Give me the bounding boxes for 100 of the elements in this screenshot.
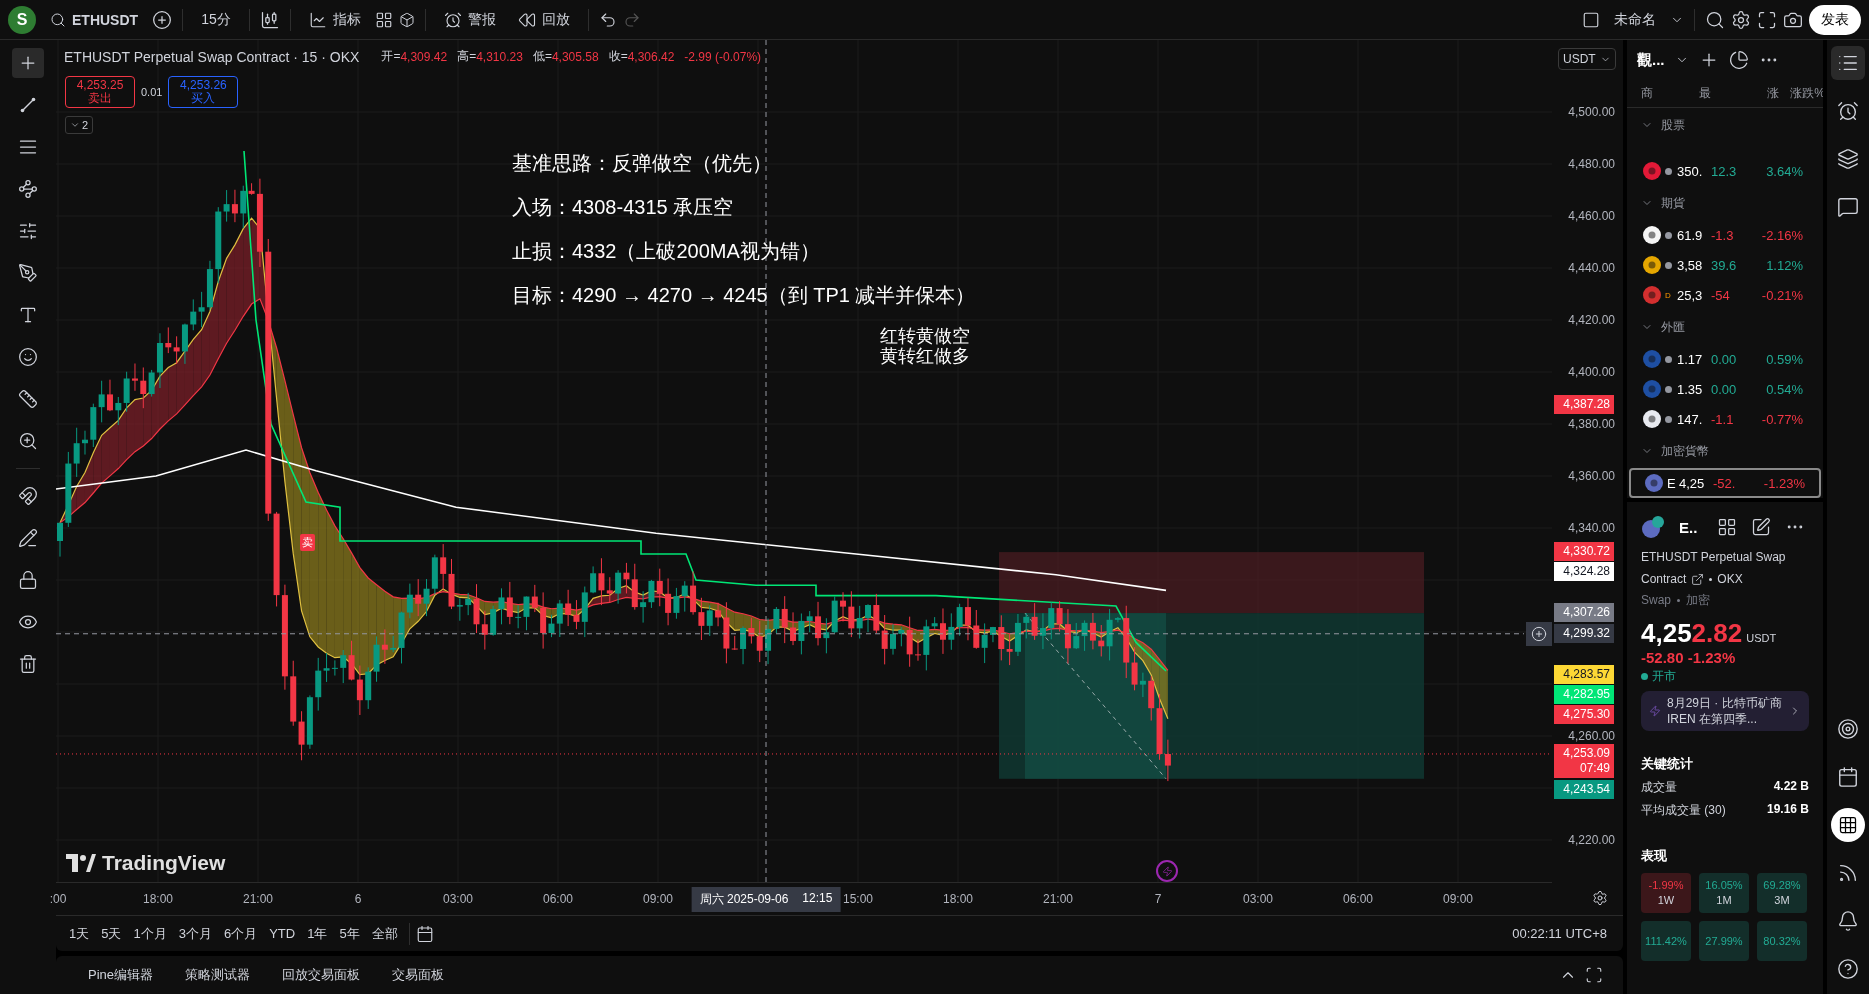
currency-dropdown[interactable]: USDT bbox=[1558, 48, 1616, 70]
range-button[interactable]: 1个月 bbox=[128, 920, 172, 947]
last-price: 1.17 bbox=[1677, 351, 1704, 367]
edit-icon[interactable] bbox=[1751, 517, 1772, 537]
performance-chip[interactable]: -1.99% 1W bbox=[1641, 873, 1691, 913]
price-badge: 4,253.09 07:49 bbox=[1554, 743, 1614, 778]
range-button[interactable]: 全部 bbox=[366, 920, 403, 947]
maximize-icon[interactable] bbox=[1585, 966, 1603, 984]
buy-button[interactable]: 4,253.26 买入 bbox=[168, 76, 239, 108]
performance-chip[interactable]: 27.99% bbox=[1699, 921, 1749, 961]
publish-button[interactable]: 发表 bbox=[1809, 4, 1861, 35]
alert-button[interactable]: 警报 bbox=[435, 6, 504, 33]
performance-chip[interactable]: 16.05% 1M bbox=[1699, 873, 1749, 913]
panel-tab[interactable]: Pine编辑器 bbox=[76, 962, 166, 988]
column-header[interactable]: 商 bbox=[1641, 85, 1699, 102]
range-button[interactable]: YTD bbox=[264, 922, 301, 945]
price-label: 4,440.00 bbox=[1568, 261, 1615, 275]
watchlist-row[interactable]: 3,58 39.6 1.12% bbox=[1629, 250, 1821, 280]
note-text: 目标：4290 → 4270 → 4245（到 TP1 减半并保本） bbox=[512, 283, 976, 308]
range-button[interactable]: 5天 bbox=[96, 920, 127, 947]
section-header[interactable]: 加密貨幣 bbox=[1627, 434, 1823, 468]
chart-title: ETHUSDT Perpetual Swap Contract · 15 · OKX bbox=[64, 48, 360, 65]
clock-text: 00:22:11 UTC+8 bbox=[1512, 926, 1607, 941]
time-label: 7 bbox=[1154, 892, 1162, 906]
layout-grid-icon[interactable] bbox=[374, 10, 393, 29]
performance-chip[interactable]: 111.42% bbox=[1641, 921, 1691, 961]
change-percent: 1.12% bbox=[1765, 257, 1803, 273]
section-header[interactable]: 期貨 bbox=[1627, 186, 1823, 220]
last-price: 4,25 bbox=[1679, 475, 1706, 491]
range-button[interactable]: 1年 bbox=[302, 920, 333, 947]
pie-chart-icon[interactable] bbox=[1728, 50, 1749, 70]
performance-chip[interactable]: 80.32% bbox=[1757, 921, 1807, 961]
section-header[interactable]: 外匯 bbox=[1627, 310, 1823, 344]
price-label: 4,480.00 bbox=[1568, 157, 1615, 171]
price-label: 4,260.00 bbox=[1568, 729, 1615, 743]
change-percent: -1.23% bbox=[1762, 475, 1805, 491]
panel-tab[interactable]: 策略测试器 bbox=[173, 962, 263, 988]
search-icon[interactable] bbox=[1705, 9, 1725, 30]
external-link-icon[interactable] bbox=[1691, 572, 1705, 586]
time-label: 6 bbox=[354, 892, 362, 906]
note-text: 黄转红做多 bbox=[880, 346, 970, 366]
crosshair-time-label: 周六 2025-09-06 12:15 bbox=[691, 887, 841, 912]
target-icon bbox=[1837, 718, 1859, 740]
price-badge: 4,243.54 bbox=[1554, 779, 1614, 799]
symbol-logo-icon bbox=[1643, 410, 1661, 428]
panel-tab[interactable]: 回放交易面板 bbox=[270, 962, 373, 988]
status-dot bbox=[1665, 385, 1672, 393]
add-symbol-icon[interactable] bbox=[152, 9, 173, 30]
change-value: 12.3 bbox=[1711, 163, 1738, 179]
indicator-toggle[interactable]: 2 bbox=[65, 116, 94, 134]
performance-chip[interactable]: 69.28% 3M bbox=[1757, 873, 1807, 913]
time-label: 06:00 bbox=[1343, 892, 1373, 906]
currency-text: USDT bbox=[1746, 632, 1777, 644]
section-header[interactable]: 股票 bbox=[1627, 108, 1823, 142]
replay-button[interactable]: 回放 bbox=[509, 6, 578, 33]
interval-button[interactable]: 15分 bbox=[193, 6, 239, 33]
user-avatar[interactable]: S bbox=[8, 5, 36, 34]
rewind-icon bbox=[517, 10, 536, 29]
note-text: 入场：4308-4315 承压空 bbox=[512, 195, 735, 220]
apps-button[interactable] bbox=[1831, 808, 1865, 842]
alarm-clock-icon bbox=[1837, 100, 1859, 122]
grid-icon[interactable] bbox=[1717, 517, 1738, 537]
time-label: 03:00 bbox=[443, 892, 473, 906]
add-alert-button[interactable] bbox=[1526, 621, 1552, 646]
calendar-icon[interactable] bbox=[415, 924, 434, 943]
watchlist-row[interactable]: D 25,3 -54 -0.21% bbox=[1629, 280, 1821, 310]
sell-button[interactable]: 4,253.25 卖出 bbox=[65, 76, 135, 108]
watchlist-row[interactable]: E 4,25 -52. -1.23% bbox=[1629, 468, 1821, 498]
range-button[interactable]: 5年 bbox=[334, 920, 365, 947]
stat-value: 4.22 B bbox=[1773, 779, 1809, 795]
watchlist-title[interactable]: 觀... bbox=[1637, 50, 1665, 70]
column-header[interactable]: 最 bbox=[1699, 85, 1739, 102]
watchlist-row[interactable]: 61.9 -1.3 -2.16% bbox=[1629, 220, 1821, 250]
symbol-search[interactable]: ETHUSDT bbox=[42, 7, 147, 32]
undo-icon[interactable] bbox=[598, 10, 617, 29]
watchlist-row[interactable]: 147. -1.1 -0.77% bbox=[1629, 404, 1821, 434]
ohlc-label: 开= bbox=[381, 48, 401, 65]
layout-name-button[interactable]: 未命名 bbox=[1606, 6, 1664, 33]
panel-tab[interactable]: 交易面板 bbox=[380, 962, 457, 988]
settings-icon[interactable] bbox=[1731, 9, 1751, 30]
symbol-logo-icon bbox=[1643, 162, 1661, 180]
watchlist-row[interactable]: 1.35 0.00 0.54% bbox=[1629, 374, 1821, 404]
news-card[interactable]: 8月29日 · 比特币矿商 IREN 在第四季... bbox=[1641, 691, 1809, 731]
price-label: 4,500.00 bbox=[1568, 105, 1615, 119]
symbol-name: Contract bbox=[1641, 571, 1687, 588]
range-button[interactable]: 3个月 bbox=[173, 920, 217, 947]
note-text: 基准思路：反弹做空（优先） bbox=[512, 151, 773, 176]
fullscreen-icon[interactable] bbox=[1757, 9, 1777, 30]
price-label: 4,380.00 bbox=[1568, 417, 1615, 431]
square-icon[interactable] bbox=[1582, 10, 1600, 29]
column-header[interactable]: 涨 bbox=[1739, 85, 1779, 102]
range-button[interactable]: 1天 bbox=[64, 920, 95, 947]
event-marker[interactable] bbox=[1156, 860, 1178, 882]
watchlist-row[interactable]: 1.17 0.00 0.59% bbox=[1629, 344, 1821, 374]
watchlist-button[interactable] bbox=[1831, 46, 1865, 80]
candlestick-icon[interactable] bbox=[259, 9, 280, 30]
watchlist-row[interactable]: 350. 12.3 3.64% bbox=[1629, 156, 1821, 186]
range-button[interactable]: 6个月 bbox=[218, 920, 263, 947]
settings-icon[interactable] bbox=[1592, 890, 1608, 906]
indicators-button[interactable]: 指标 bbox=[300, 6, 369, 33]
